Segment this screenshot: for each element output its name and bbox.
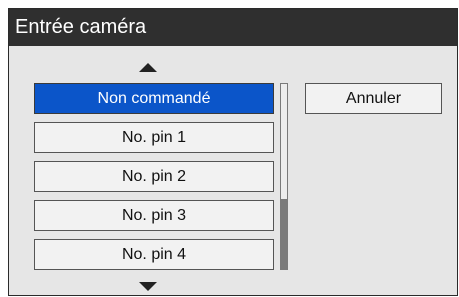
- cancel-button[interactable]: Annuler: [305, 83, 442, 114]
- list-item-non-commande[interactable]: Non commandé: [34, 83, 274, 114]
- list-item-pin-1[interactable]: No. pin 1: [34, 122, 274, 153]
- dialog-title: Entrée caméra: [9, 9, 457, 46]
- camera-input-dialog: Entrée caméra Non commandé No. pin 1 No.…: [8, 8, 458, 296]
- list-item-pin-3[interactable]: No. pin 3: [34, 200, 274, 231]
- scrollbar-thumb[interactable]: [280, 199, 288, 270]
- list-item-pin-4[interactable]: No. pin 4: [34, 239, 274, 270]
- scroll-up-icon[interactable]: [139, 63, 157, 72]
- list-item-pin-2[interactable]: No. pin 2: [34, 161, 274, 192]
- scroll-down-icon[interactable]: [139, 282, 157, 291]
